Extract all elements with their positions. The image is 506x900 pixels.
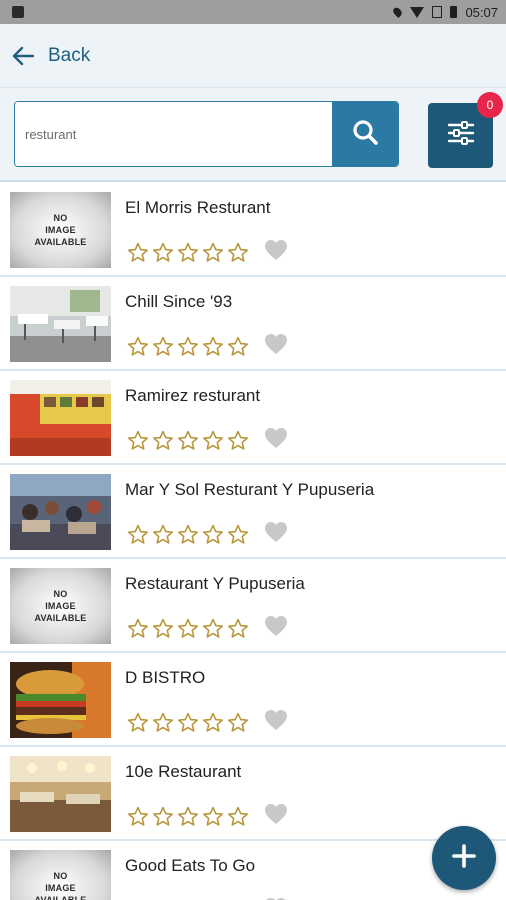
rating-stars[interactable] (127, 618, 249, 639)
list-item[interactable]: D BISTRO (0, 653, 506, 747)
star-icon[interactable] (227, 430, 249, 451)
star-icon[interactable] (227, 618, 249, 639)
restaurant-name: 10e Restaurant (125, 762, 242, 781)
star-icon[interactable] (177, 242, 199, 263)
heart-icon[interactable] (264, 709, 288, 736)
restaurant-photo (10, 756, 111, 832)
list-item[interactable]: NO IMAGE AVAILABLE Restaurant Y Pupuseri… (0, 559, 506, 653)
restaurant-photo (10, 380, 111, 456)
heart-icon[interactable] (264, 803, 288, 830)
back-label: Back (48, 44, 91, 66)
star-icon[interactable] (152, 524, 174, 545)
star-icon[interactable] (202, 430, 224, 451)
filter-count-badge: 0 (477, 92, 503, 118)
star-icon[interactable] (152, 806, 174, 827)
star-icon[interactable] (177, 712, 199, 733)
star-icon[interactable] (127, 242, 149, 263)
heart-icon[interactable] (264, 615, 288, 642)
restaurant-list: NO IMAGE AVAILABLE El Morris Resturant C… (0, 183, 506, 900)
battery-icon (450, 6, 458, 18)
restaurant-name: Good Eats To Go (125, 856, 256, 875)
star-icon[interactable] (177, 430, 199, 451)
notification-icon (12, 6, 24, 18)
top-bar: Back (0, 24, 506, 88)
arrow-left-icon (12, 46, 34, 66)
restaurant-photo (10, 662, 111, 738)
list-item[interactable]: Ramirez resturant (0, 371, 506, 465)
no-image-text: NO IMAGE AVAILABLE (34, 871, 87, 900)
wifi-icon (410, 6, 425, 18)
star-icon[interactable] (227, 524, 249, 545)
restaurant-name: Mar Y Sol Resturant Y Pupuseria (125, 480, 375, 499)
star-icon[interactable] (177, 336, 199, 357)
star-icon[interactable] (227, 712, 249, 733)
search-button[interactable] (332, 102, 398, 166)
star-icon[interactable] (202, 712, 224, 733)
status-icons: 05:07 (392, 4, 498, 20)
heart-icon[interactable] (264, 521, 288, 548)
list-item[interactable]: NO IMAGE AVAILABLE Good Eats To Go (0, 841, 506, 900)
no-image-text: NO IMAGE AVAILABLE (34, 589, 87, 623)
no-sim-icon (432, 6, 443, 18)
rating-stars[interactable] (127, 712, 249, 733)
search-input[interactable] (15, 102, 332, 166)
no-image-placeholder: NO IMAGE AVAILABLE (10, 850, 111, 900)
rating-stars[interactable] (127, 806, 249, 827)
star-icon[interactable] (127, 430, 149, 451)
star-icon[interactable] (152, 242, 174, 263)
star-icon[interactable] (227, 806, 249, 827)
add-button[interactable] (432, 826, 496, 890)
star-icon[interactable] (152, 430, 174, 451)
star-icon[interactable] (202, 806, 224, 827)
plus-icon (451, 843, 477, 874)
star-icon[interactable] (152, 712, 174, 733)
list-item[interactable]: NO IMAGE AVAILABLE El Morris Resturant (0, 183, 506, 277)
no-image-text: NO IMAGE AVAILABLE (34, 213, 87, 247)
rating-stars[interactable] (127, 430, 249, 451)
location-icon (392, 6, 404, 18)
star-icon[interactable] (202, 524, 224, 545)
star-icon[interactable] (127, 806, 149, 827)
heart-icon[interactable] (264, 239, 288, 266)
no-image-placeholder: NO IMAGE AVAILABLE (10, 568, 111, 644)
status-time: 05:07 (465, 4, 498, 20)
list-item[interactable]: Chill Since '93 (0, 277, 506, 371)
restaurant-photo (10, 474, 111, 550)
restaurant-name: Restaurant Y Pupuseria (125, 574, 305, 593)
star-icon[interactable] (202, 618, 224, 639)
search-box (14, 101, 399, 167)
back-button[interactable]: Back (12, 45, 90, 67)
rating-stars[interactable] (127, 242, 249, 263)
status-bar: 05:07 (0, 0, 506, 24)
star-icon[interactable] (127, 618, 149, 639)
heart-icon[interactable] (264, 333, 288, 360)
star-icon[interactable] (127, 524, 149, 545)
star-icon[interactable] (127, 336, 149, 357)
star-icon[interactable] (177, 524, 199, 545)
star-icon[interactable] (202, 336, 224, 357)
list-item[interactable]: Mar Y Sol Resturant Y Pupuseria (0, 465, 506, 559)
restaurant-name: Chill Since '93 (125, 292, 233, 311)
restaurant-photo (10, 286, 111, 362)
no-image-placeholder: NO IMAGE AVAILABLE (10, 192, 111, 268)
heart-icon[interactable] (264, 427, 288, 454)
star-icon[interactable] (227, 242, 249, 263)
restaurant-name: El Morris Resturant (125, 198, 271, 217)
star-icon[interactable] (152, 618, 174, 639)
star-icon[interactable] (127, 712, 149, 733)
star-icon[interactable] (152, 336, 174, 357)
list-item[interactable]: 10e Restaurant (0, 747, 506, 841)
star-icon[interactable] (177, 806, 199, 827)
star-icon[interactable] (202, 242, 224, 263)
star-icon[interactable] (177, 618, 199, 639)
restaurant-name: Ramirez resturant (125, 386, 261, 405)
star-icon[interactable] (227, 336, 249, 357)
restaurant-name: D BISTRO (125, 668, 206, 687)
sliders-icon (447, 120, 475, 151)
rating-stars[interactable] (127, 336, 249, 357)
rating-stars[interactable] (127, 524, 249, 545)
search-icon (351, 118, 379, 151)
